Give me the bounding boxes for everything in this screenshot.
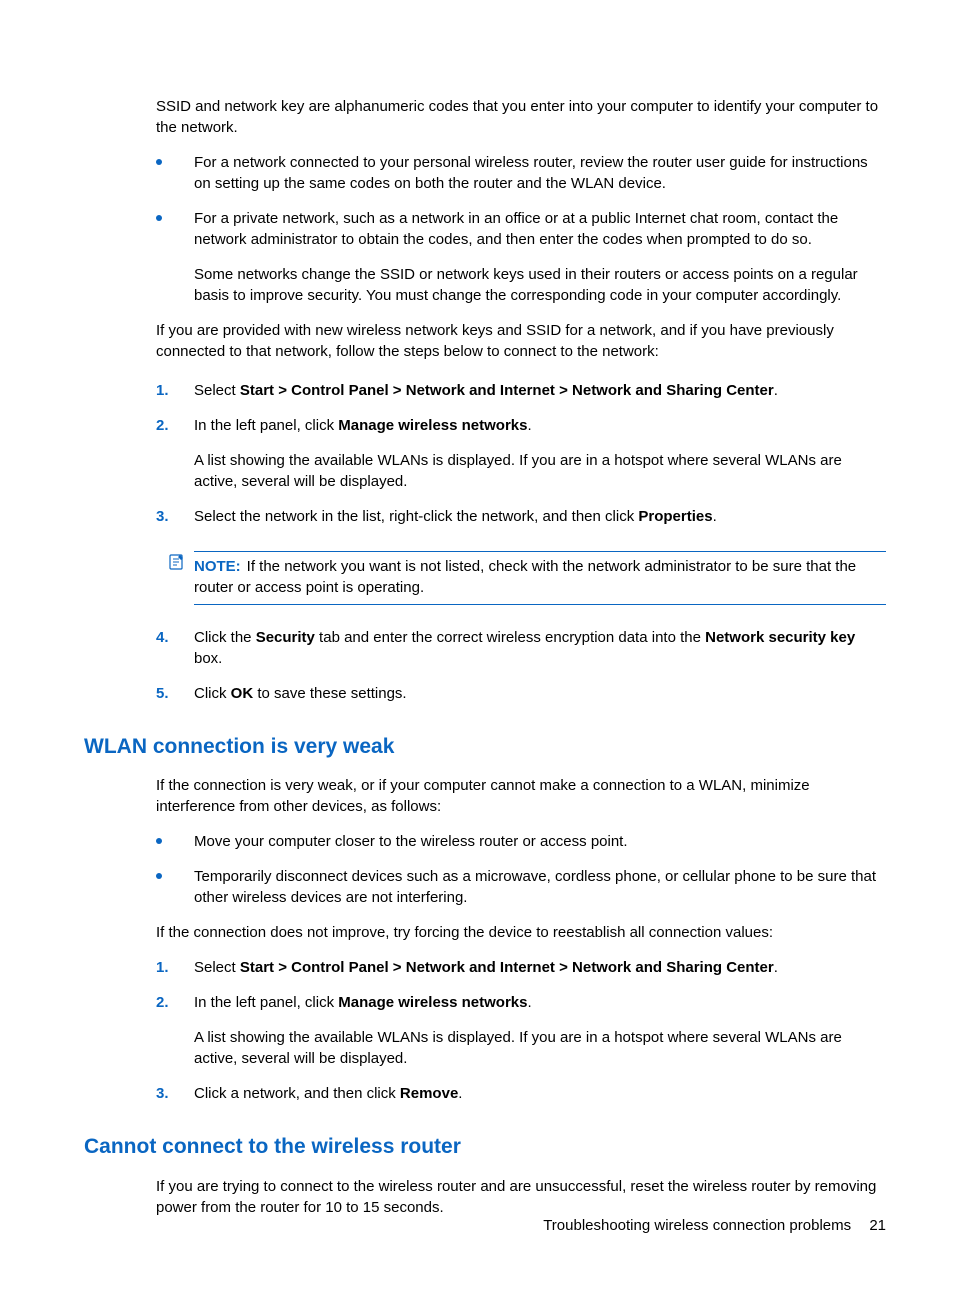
step-bold: OK	[231, 685, 254, 702]
list-item: For a network connected to your personal…	[156, 152, 886, 194]
step-text: Click a network, and then click	[194, 1085, 400, 1102]
step-item: 2. In the left panel, click Manage wirel…	[156, 992, 886, 1069]
list-item: Temporarily disconnect devices such as a…	[156, 866, 886, 908]
step-number: 3.	[156, 506, 169, 527]
paragraph-ssid: SSID and network key are alphanumeric co…	[156, 96, 886, 138]
step-text: Click the	[194, 629, 256, 646]
step-bold: Start > Control Panel > Network and Inte…	[240, 959, 774, 976]
steps-list-2: 1. Select Start > Control Panel > Networ…	[156, 957, 886, 1104]
bullet-text: For a network connected to your personal…	[194, 154, 868, 192]
paragraph-provided: If you are provided with new wireless ne…	[156, 320, 886, 362]
step-text: Click	[194, 685, 231, 702]
step-text: to save these settings.	[253, 685, 406, 702]
steps-list-1-cont: 4. Click the Security tab and enter the …	[156, 627, 886, 704]
step-text: In the left panel, click	[194, 417, 338, 434]
step-item: 1. Select Start > Control Panel > Networ…	[156, 957, 886, 978]
step-bold: Properties	[638, 508, 712, 525]
router-block: If you are trying to connect to the wire…	[156, 1176, 886, 1218]
note-callout: NOTE:If the network you want is not list…	[156, 545, 886, 613]
step-bold: Manage wireless networks	[338, 994, 527, 1011]
step-number: 3.	[156, 1083, 169, 1104]
step-text: Select	[194, 959, 240, 976]
step-text: box.	[194, 650, 222, 667]
footer-title: Troubleshooting wireless connection prob…	[543, 1217, 851, 1234]
intro-block: SSID and network key are alphanumeric co…	[156, 96, 886, 704]
step-item: 4. Click the Security tab and enter the …	[156, 627, 886, 669]
heading-weak-connection: WLAN connection is very weak	[84, 732, 886, 761]
step-text: tab and enter the correct wireless encry…	[315, 629, 705, 646]
step-bold: Manage wireless networks	[338, 417, 527, 434]
steps-list-1: 1. Select Start > Control Panel > Networ…	[156, 380, 886, 527]
step-number: 1.	[156, 380, 169, 401]
weak-block: If the connection is very weak, or if yo…	[156, 775, 886, 1104]
page-footer: Troubleshooting wireless connection prob…	[543, 1215, 886, 1236]
step-bold: Start > Control Panel > Network and Inte…	[240, 382, 774, 399]
list-item: For a private network, such as a network…	[156, 208, 886, 306]
step-item: 3. Select the network in the list, right…	[156, 506, 886, 527]
note-icon	[168, 553, 186, 577]
step-item: 3. Click a network, and then click Remov…	[156, 1083, 886, 1104]
step-item: 1. Select Start > Control Panel > Networ…	[156, 380, 886, 401]
step-text: .	[774, 959, 778, 976]
step-number: 2.	[156, 992, 169, 1013]
step-number: 5.	[156, 683, 169, 704]
note-body: NOTE:If the network you want is not list…	[194, 551, 886, 605]
step-bold: Network security key	[705, 629, 855, 646]
step-bold: Security	[256, 629, 315, 646]
heading-cannot-connect: Cannot connect to the wireless router	[84, 1132, 886, 1161]
paragraph: If the connection does not improve, try …	[156, 922, 886, 943]
document-page: SSID and network key are alphanumeric co…	[0, 0, 954, 1292]
step-item: 2. In the left panel, click Manage wirel…	[156, 415, 886, 492]
step-number: 2.	[156, 415, 169, 436]
bullet-text: For a private network, such as a network…	[194, 210, 838, 248]
note-text: If the network you want is not listed, c…	[194, 558, 856, 596]
bullet-subtext: Some networks change the SSID or network…	[194, 264, 886, 306]
bullet-text: Move your computer closer to the wireles…	[194, 833, 628, 850]
step-number: 4.	[156, 627, 169, 648]
step-text: Select	[194, 382, 240, 399]
step-text: .	[458, 1085, 462, 1102]
step-subtext: A list showing the available WLANs is di…	[194, 450, 886, 492]
note-label: NOTE:	[194, 558, 241, 575]
step-text: In the left panel, click	[194, 994, 338, 1011]
step-text: .	[774, 382, 778, 399]
step-text: .	[528, 994, 532, 1011]
list-item: Move your computer closer to the wireles…	[156, 831, 886, 852]
step-text: Select the network in the list, right-cl…	[194, 508, 638, 525]
intro-bullet-list: For a network connected to your personal…	[156, 152, 886, 306]
paragraph: If you are trying to connect to the wire…	[156, 1176, 886, 1218]
paragraph: If the connection is very weak, or if yo…	[156, 775, 886, 817]
step-text: .	[528, 417, 532, 434]
step-item: 5. Click OK to save these settings.	[156, 683, 886, 704]
step-bold: Remove	[400, 1085, 458, 1102]
weak-bullet-list: Move your computer closer to the wireles…	[156, 831, 886, 908]
step-subtext: A list showing the available WLANs is di…	[194, 1027, 886, 1069]
page-number: 21	[869, 1217, 886, 1234]
bullet-text: Temporarily disconnect devices such as a…	[194, 868, 876, 906]
step-number: 1.	[156, 957, 169, 978]
step-text: .	[713, 508, 717, 525]
